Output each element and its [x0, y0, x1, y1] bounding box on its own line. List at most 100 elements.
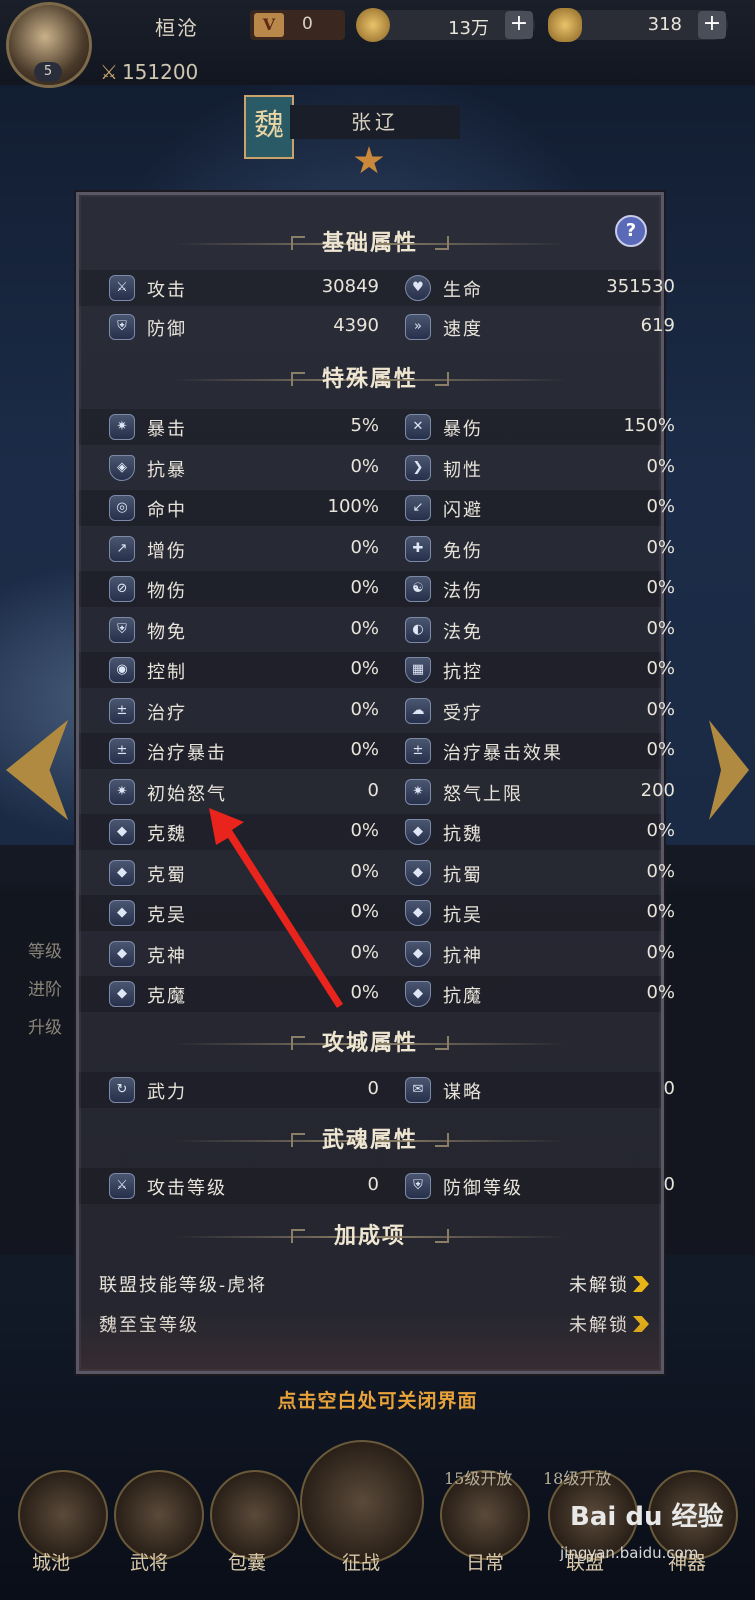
attribute-panel[interactable]: ? 基础属性 ⚔ 攻击 30849 ♥ 生命 351530 ⛨ 防御 4390» 速度 619 特殊… — [76, 192, 675, 1374]
attribute-value: 5% — [350, 415, 379, 436]
attribute-cell: ± 治疗 0% — [109, 693, 379, 729]
attribute-label: 防御 — [147, 318, 187, 340]
attribute-label: 克神 — [147, 945, 187, 967]
rage-cap-icon: ✷ — [405, 778, 431, 805]
vip-badge[interactable]: V 0 — [250, 10, 345, 40]
control-resist-icon: ▦ — [405, 657, 431, 683]
attribute-value: 0% — [646, 901, 675, 922]
bonus-row-treasure[interactable]: 魏至宝等级 未解锁 — [99, 1305, 649, 1341]
nav-generals-button[interactable] — [114, 1470, 204, 1560]
attribute-cell: ✷ 怒气上限 200 — [405, 774, 675, 810]
attribute-cell: ✉ 谋略 0 — [405, 1072, 675, 1108]
attribute-value: 30849 — [321, 276, 379, 297]
attribute-cell: ± 治疗暴击效果 0% — [405, 733, 675, 769]
crit-icon: ✷ — [109, 414, 135, 440]
attribute-value: 0 — [367, 779, 379, 801]
chevron-right-icon[interactable] — [633, 1276, 649, 1292]
attribute-label: 抗魔 — [443, 986, 483, 1007]
nav-bag-button[interactable] — [210, 1470, 300, 1560]
attribute-cell: ◆ 克吴 0% — [109, 895, 379, 931]
attribute-row: ⊘ 物伤 0% ☯ 法伤 0% — [79, 571, 675, 607]
attribute-row: ◆ 克魔 0% ◆ 抗魔 0% — [79, 976, 675, 1012]
bg-label-upgrade: 升级 — [28, 1018, 62, 1038]
nav-campaign-button[interactable] — [300, 1440, 424, 1564]
top-bar: 5 桓沧 V 0 13万 + 318 + ⚔ 151200 — [0, 0, 755, 88]
attribute-cell: ◉ 控制 0% — [109, 652, 379, 688]
hero-name: 张辽 — [290, 105, 460, 139]
attribute-cell: ⚔ 攻击 30849 — [109, 270, 379, 306]
attribute-cell: ✷ 暴击 5% — [109, 409, 379, 445]
add-coins-button[interactable]: + — [505, 11, 533, 39]
attribute-cell: ◆ 克蜀 0% — [109, 855, 379, 891]
attribute-value: 200 — [640, 779, 675, 801]
bonus-status: 未解锁 — [569, 1275, 629, 1296]
resist-shield-icon: ◆ — [405, 940, 431, 967]
attribute-cell: ⊘ 物伤 0% — [109, 571, 379, 607]
attribute-label: 武力 — [147, 1082, 187, 1103]
attribute-cell: ✷ 初始怒气 0 — [109, 774, 379, 810]
attribute-label: 克魏 — [147, 824, 187, 845]
attribute-row: ↻ 武力 0 ✉ 谋略 0 — [79, 1072, 675, 1108]
bonus-row-alliance-skill[interactable]: 联盟技能等级-虎将 未解锁 — [99, 1265, 649, 1301]
attribute-label: 速度 — [443, 318, 483, 340]
attribute-value: 0% — [646, 496, 675, 517]
attribute-label: 法伤 — [443, 581, 483, 602]
control-icon: ◉ — [109, 657, 135, 683]
attribute-cell: ◆ 抗蜀 0% — [405, 855, 675, 891]
counter-icon: ◆ — [109, 940, 135, 967]
attribute-cell: ☁ 受疗 0% — [405, 693, 675, 729]
attribute-value: 0 — [367, 1174, 379, 1195]
attribute-label: 命中 — [147, 500, 187, 521]
attribute-cell: ❯ 韧性 0% — [405, 450, 675, 486]
attribute-label: 怒气上限 — [443, 783, 523, 805]
attribute-row: ⚔ 攻击 30849 ♥ 生命 351530 — [79, 270, 675, 306]
attribute-cell: ✚ 免伤 0% — [405, 531, 675, 567]
attribute-label: 抗神 — [443, 945, 483, 967]
nav-label-city: 城池 — [32, 1552, 71, 1574]
attribute-cell: ◈ 抗暴 0% — [109, 450, 379, 486]
attribute-label: 闪避 — [443, 500, 483, 521]
attribute-row: ± 治疗暴击 0% ± 治疗暴击效果 0% — [79, 733, 675, 769]
add-gold-button[interactable]: + — [698, 11, 726, 39]
attribute-label: 韧性 — [443, 459, 483, 481]
nav-city-button[interactable] — [18, 1470, 108, 1560]
attribute-label: 谋略 — [443, 1082, 483, 1103]
attribute-value: 0 — [367, 1078, 379, 1099]
attribute-value: 0% — [350, 860, 379, 882]
coin-amount: 13万 — [448, 18, 489, 39]
shield-icon: ⛨ — [109, 313, 135, 340]
resist-shield-icon: ◆ — [405, 981, 431, 1007]
heal-crit-effect-icon: ± — [405, 738, 431, 764]
close-hint[interactable]: 点击空白处可关闭界面 — [0, 1386, 755, 1413]
attribute-value: 0% — [646, 860, 675, 882]
attribute-value: 0% — [350, 455, 379, 477]
counter-icon: ◆ — [109, 819, 135, 845]
attribute-value: 0% — [646, 739, 675, 760]
attribute-value: 0% — [350, 536, 379, 558]
attribute-value: 351530 — [606, 276, 675, 297]
attribute-row: ◎ 命中 100% ↙ 闪避 0% — [79, 490, 675, 526]
attribute-value: 0% — [350, 698, 379, 720]
attribute-label: 生命 — [443, 280, 483, 301]
attribute-value: 0% — [646, 820, 675, 841]
attribute-row: ◆ 克神 0% ◆ 抗神 0% — [79, 936, 675, 972]
dodge-icon: ↙ — [405, 495, 431, 521]
attribute-row: ± 治疗 0% ☁ 受疗 0% — [79, 693, 675, 729]
attack-level-icon: ⚔ — [109, 1173, 135, 1199]
power-icon: ⚔ — [100, 60, 118, 84]
gold-ingot-icon — [548, 8, 582, 42]
attribute-row: ◆ 克魏 0% ◆ 抗魏 0% — [79, 814, 675, 850]
attribute-value: 0% — [646, 617, 675, 639]
attribute-cell: ◐ 法免 0% — [405, 612, 675, 648]
resist-shield-icon: ◆ — [405, 900, 431, 926]
attribute-label: 抗吴 — [443, 905, 483, 926]
attribute-label: 克蜀 — [147, 864, 187, 886]
nav-label-bag: 包囊 — [228, 1552, 267, 1574]
attribute-value: 0 — [663, 1078, 675, 1099]
attribute-row: ⛨ 防御 4390 » 速度 619 — [79, 309, 675, 345]
magic-damage-icon: ☯ — [405, 576, 431, 602]
attribute-label: 法免 — [443, 621, 483, 643]
chevron-right-icon[interactable] — [633, 1316, 649, 1332]
crit-damage-icon: ✕ — [405, 414, 431, 440]
attribute-label: 治疗暴击效果 — [443, 743, 563, 764]
